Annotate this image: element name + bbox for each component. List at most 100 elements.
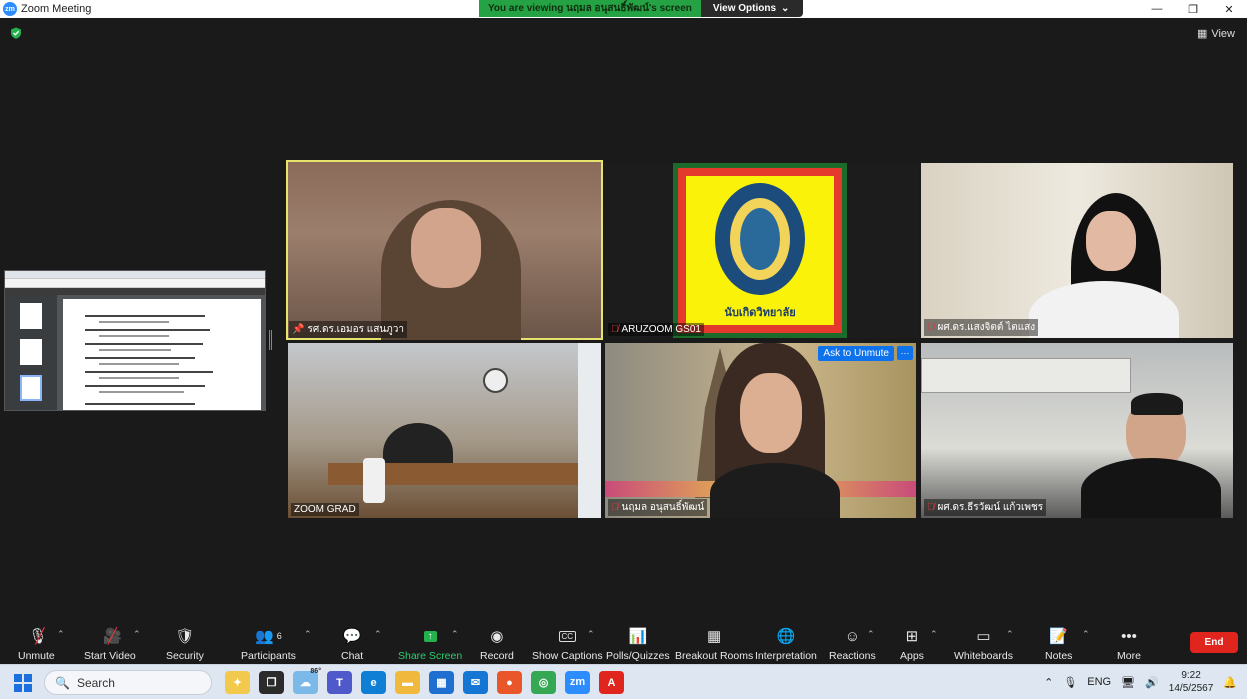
apps-options-chevron-icon[interactable]: ⌃ — [930, 629, 938, 640]
participant-face — [740, 373, 802, 453]
end-meeting-button[interactable]: End — [1190, 632, 1238, 653]
view-options-button[interactable]: View Options ⌄ — [700, 0, 804, 17]
record-button[interactable]: ◉ Record — [480, 626, 514, 662]
audio-options-chevron-icon[interactable]: ⌃ — [57, 629, 65, 640]
close-button[interactable]: ✕ — [1211, 0, 1247, 18]
search-icon: 🔍 — [55, 675, 70, 690]
chat-button[interactable]: 💬 Chat — [341, 626, 363, 662]
unmute-button[interactable]: 🎙 ╱ Unmute — [18, 626, 55, 662]
video-tile[interactable]: ZOOM GRAD — [288, 343, 601, 518]
whiteboards-button[interactable]: ▭ Whiteboards — [954, 626, 1013, 662]
participants-options-chevron-icon[interactable]: ⌃ — [304, 629, 312, 640]
notes-options-chevron-icon[interactable]: ⌃ — [1082, 629, 1090, 640]
network-icon[interactable]: 🖥 — [1121, 676, 1135, 689]
maximize-button[interactable]: ❐ — [1175, 0, 1211, 18]
taskbar-clock[interactable]: 9:22 14/5/2567 — [1169, 669, 1214, 695]
interpretation-button[interactable]: 🌐 Interpretation — [755, 626, 817, 662]
video-off-icon: 🎥 ╱ — [103, 628, 122, 645]
participant-name: ผศ.ดร.แสงจิตต์ ไตแสง — [937, 322, 1036, 333]
video-tile[interactable]: 🎙̸ ผศ.ดร.ธีรวัฒน์ แก้วเพชร — [921, 343, 1233, 518]
participant-name: ผศ.ดร.ธีรวัฒน์ แก้วเพชร — [937, 502, 1044, 513]
tumbler — [363, 458, 385, 503]
participant-name: ARUZOOM GS01 — [621, 324, 701, 335]
whiteboard-icon: ▭ — [976, 628, 991, 645]
edge-icon[interactable]: e — [361, 671, 386, 694]
captions-cc-icon: CC — [558, 626, 577, 646]
tile-more-icon[interactable]: ⋯ — [897, 346, 913, 360]
shared-pdf-toolbar — [5, 288, 265, 295]
pdf-page-thumb — [20, 375, 42, 401]
mic-muted-icon: 🎙̸ — [927, 502, 935, 513]
mic-muted-icon: 🎙̸ — [611, 324, 619, 335]
video-tile[interactable]: นับเกิดวิทยาลัย 🎙̸ ARUZOOM GS01 — [605, 163, 919, 338]
participants-button[interactable]: 👥 6 Participants — [241, 626, 296, 662]
volume-icon[interactable]: 🔊 — [1145, 676, 1159, 689]
video-tile[interactable]: 🎙̸ ผศ.ดร.แสงจิตต์ ไตแสง — [921, 163, 1233, 338]
apps-button[interactable]: ⊞ Apps — [900, 626, 924, 662]
weather-widget-icon[interactable]: 86° ☁ — [293, 668, 321, 694]
ask-to-unmute-button[interactable]: Ask to Unmute — [818, 346, 894, 361]
whiteboards-options-chevron-icon[interactable]: ⌃ — [1006, 629, 1014, 640]
zoom-taskbar-icon[interactable]: zm — [565, 671, 590, 694]
chat-options-chevron-icon[interactable]: ⌃ — [374, 629, 382, 640]
captions-options-chevron-icon[interactable]: ⌃ — [587, 629, 595, 640]
reactions-options-chevron-icon[interactable]: ⌃ — [867, 629, 875, 640]
minimize-button[interactable]: — — [1139, 0, 1175, 18]
participant-body — [1081, 458, 1221, 518]
participant-name-tag: 🎙̸ นฤมล อนุสนธิ์พัฒน์ — [608, 499, 708, 516]
participant-hair — [1131, 393, 1183, 415]
start-video-button[interactable]: 🎥 ╱ Start Video — [84, 626, 136, 662]
record-icon: ◉ — [490, 628, 504, 645]
view-options-label: View Options — [712, 3, 777, 14]
participant-face — [1086, 211, 1136, 271]
microsoft-store-icon[interactable]: ▦ — [429, 671, 454, 694]
pdf-page-thumb — [20, 303, 42, 329]
mic-muted-icon: 🎙̸ — [611, 502, 619, 513]
chevron-down-icon: ⌄ — [781, 3, 790, 14]
share-screen-icon: ↑ — [423, 626, 437, 646]
participant-name: รศ.ดร.เอมอร แสนภูวา — [307, 324, 404, 335]
view-grid-icon: ▦ — [1196, 28, 1208, 40]
taskbar-search-box[interactable]: 🔍 Search — [44, 670, 212, 695]
video-tile-active-speaker[interactable]: 📌 รศ.ดร.เอมอร แสนภูวา — [286, 160, 603, 340]
mail-icon[interactable]: ✉ — [463, 671, 488, 694]
participant-name-tag: 🎙̸ ผศ.ดร.ธีรวัฒน์ แก้วเพชร — [924, 499, 1047, 516]
file-explorer-icon[interactable]: ▬ — [395, 671, 420, 694]
shared-screen-thumbnail[interactable] — [4, 270, 266, 411]
taskbar-apps: ✦ ❐ 86° ☁ T e ▬ ▦ ✉ ● ◎ zm A — [225, 668, 624, 694]
notification-bell-icon[interactable]: 🔔 — [1223, 676, 1237, 689]
view-button[interactable]: ▦ View — [1196, 27, 1235, 41]
teams-icon[interactable]: T — [327, 671, 352, 694]
security-button[interactable]: 🛡 Security — [166, 626, 204, 662]
shared-pdf-page — [63, 299, 261, 410]
chrome-icon[interactable]: ◎ — [531, 671, 556, 694]
panel-resize-handle[interactable] — [269, 330, 272, 350]
more-button[interactable]: ••• More — [1117, 626, 1141, 663]
microphone-icon[interactable]: 🎙 — [1063, 676, 1077, 689]
firefox-icon[interactable]: ● — [497, 671, 522, 694]
notes-icon: 📝 — [1049, 628, 1069, 645]
participants-icon: 👥 6 — [255, 628, 282, 645]
screen-share-banner: You are viewing นฤมล อนุสนธิ์พัฒน์'s scr… — [479, 0, 804, 17]
participant-name-tag: 🎙̸ ARUZOOM GS01 — [608, 323, 704, 336]
participant-face — [411, 208, 481, 288]
task-view-icon[interactable]: ❐ — [259, 671, 284, 694]
shared-browser-urlbar — [5, 279, 265, 288]
breakout-rooms-button[interactable]: ▦ Breakout Rooms — [675, 626, 753, 662]
shield-icon: 🛡 — [175, 628, 195, 645]
window-controls: — ❐ ✕ — [1139, 0, 1247, 18]
video-tile[interactable]: Ask to Unmute ⋯ 🎙̸ นฤมล อนุสนธิ์พัฒน์ — [605, 343, 916, 518]
show-hidden-icons-chevron-icon[interactable]: ⌃ — [1044, 676, 1053, 689]
windows-start-icon[interactable] — [14, 674, 32, 692]
view-label: View — [1211, 27, 1235, 40]
input-language[interactable]: ENG — [1087, 676, 1111, 688]
participant-name-tag: ZOOM GRAD — [291, 503, 359, 516]
video-options-chevron-icon[interactable]: ⌃ — [133, 629, 141, 640]
notes-button[interactable]: 📝 Notes — [1045, 626, 1072, 662]
pdf-reader-icon[interactable]: A — [599, 671, 624, 694]
encryption-shield-icon[interactable] — [10, 27, 22, 39]
share-options-chevron-icon[interactable]: ⌃ — [451, 629, 459, 640]
copilot-icon[interactable]: ✦ — [225, 671, 250, 694]
bar-chart-icon: 📊 — [628, 628, 648, 645]
polls-quizzes-button[interactable]: 📊 Polls/Quizzes — [606, 626, 670, 662]
